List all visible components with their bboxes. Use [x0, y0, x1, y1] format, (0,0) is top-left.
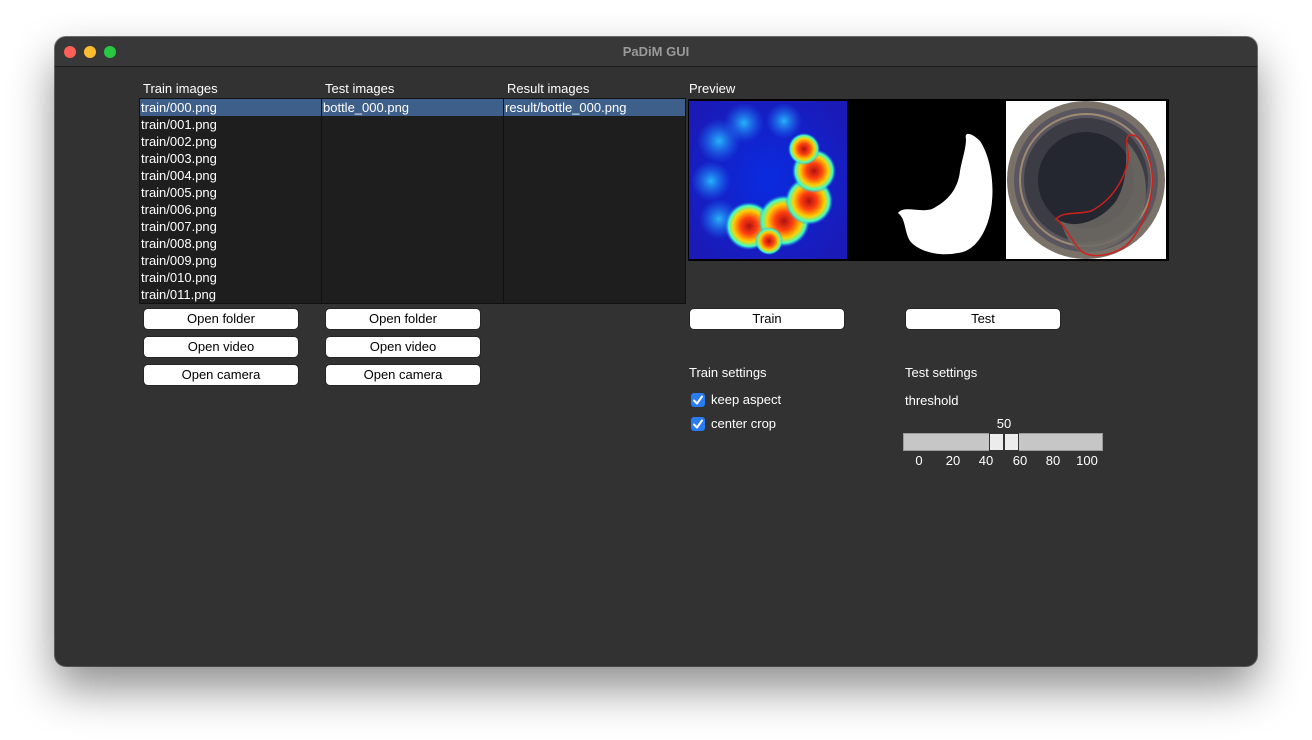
result-image [1006, 101, 1166, 259]
train-open-folder-button[interactable]: Open folder [144, 309, 298, 329]
list-item[interactable]: train/003.png [140, 150, 321, 167]
test-images-label: Test images [325, 81, 395, 96]
test-open-video-button[interactable]: Open video [326, 337, 480, 357]
list-item[interactable]: train/011.png [140, 286, 321, 303]
list-item[interactable]: train/002.png [140, 133, 321, 150]
train-settings-label: Train settings [689, 365, 767, 380]
list-item[interactable]: bottle_000.png [322, 99, 503, 116]
center-crop-label: center crop [711, 416, 777, 431]
test-open-camera-button[interactable]: Open camera [326, 365, 480, 385]
slider-tick-label: 100 [1076, 453, 1098, 468]
list-item[interactable]: result/bottle_000.png [504, 99, 685, 116]
slider-tick-label: 20 [945, 453, 961, 468]
result-images-label: Result images [507, 81, 590, 96]
checkbox-box[interactable] [691, 393, 705, 407]
list-item[interactable]: train/010.png [140, 269, 321, 286]
train-button[interactable]: Train [690, 309, 844, 329]
checkmark-icon [693, 395, 703, 405]
slider-tick-label: 80 [1045, 453, 1061, 468]
threshold-slider[interactable] [903, 433, 1103, 451]
test-images-list[interactable]: bottle_000.png [321, 98, 504, 304]
list-item[interactable]: train/005.png [140, 184, 321, 201]
list-item[interactable]: train/008.png [140, 235, 321, 252]
checkbox-box[interactable] [691, 417, 705, 431]
slider-handle-grip [1003, 434, 1005, 450]
slider-tick-label: 40 [978, 453, 994, 468]
slider-handle[interactable] [989, 433, 1019, 451]
threshold-value: 50 [996, 416, 1012, 431]
list-item[interactable]: train/006.png [140, 201, 321, 218]
test-settings-label: Test settings [905, 365, 978, 380]
window-title: PaDiM GUI [622, 44, 690, 59]
list-item[interactable]: train/007.png [140, 218, 321, 235]
train-images-list[interactable]: train/000.png train/001.png train/002.pn… [139, 98, 322, 304]
test-open-folder-button[interactable]: Open folder [326, 309, 480, 329]
title-bar: PaDiM GUI [55, 37, 1257, 67]
train-open-video-button[interactable]: Open video [144, 337, 298, 357]
preview-label: Preview [689, 81, 736, 96]
train-open-camera-button[interactable]: Open camera [144, 365, 298, 385]
test-button[interactable]: Test [906, 309, 1060, 329]
app-window: PaDiM GUI Train images Test images Resul… [55, 37, 1257, 666]
train-images-label: Train images [143, 81, 218, 96]
list-item[interactable]: train/000.png [140, 99, 321, 116]
list-item[interactable]: train/001.png [140, 116, 321, 133]
keep-aspect-label: keep aspect [711, 392, 782, 407]
slider-tick-label: 0 [915, 453, 923, 468]
threshold-label: threshold [905, 393, 959, 408]
result-images-list[interactable]: result/bottle_000.png [503, 98, 686, 304]
list-item[interactable]: train/009.png [140, 252, 321, 269]
slider-tick-label: 60 [1012, 453, 1028, 468]
heatmap-image [689, 101, 847, 259]
list-item[interactable]: train/004.png [140, 167, 321, 184]
checkmark-icon [693, 419, 703, 429]
mask-image [848, 101, 1006, 259]
preview-panel [688, 99, 1169, 261]
